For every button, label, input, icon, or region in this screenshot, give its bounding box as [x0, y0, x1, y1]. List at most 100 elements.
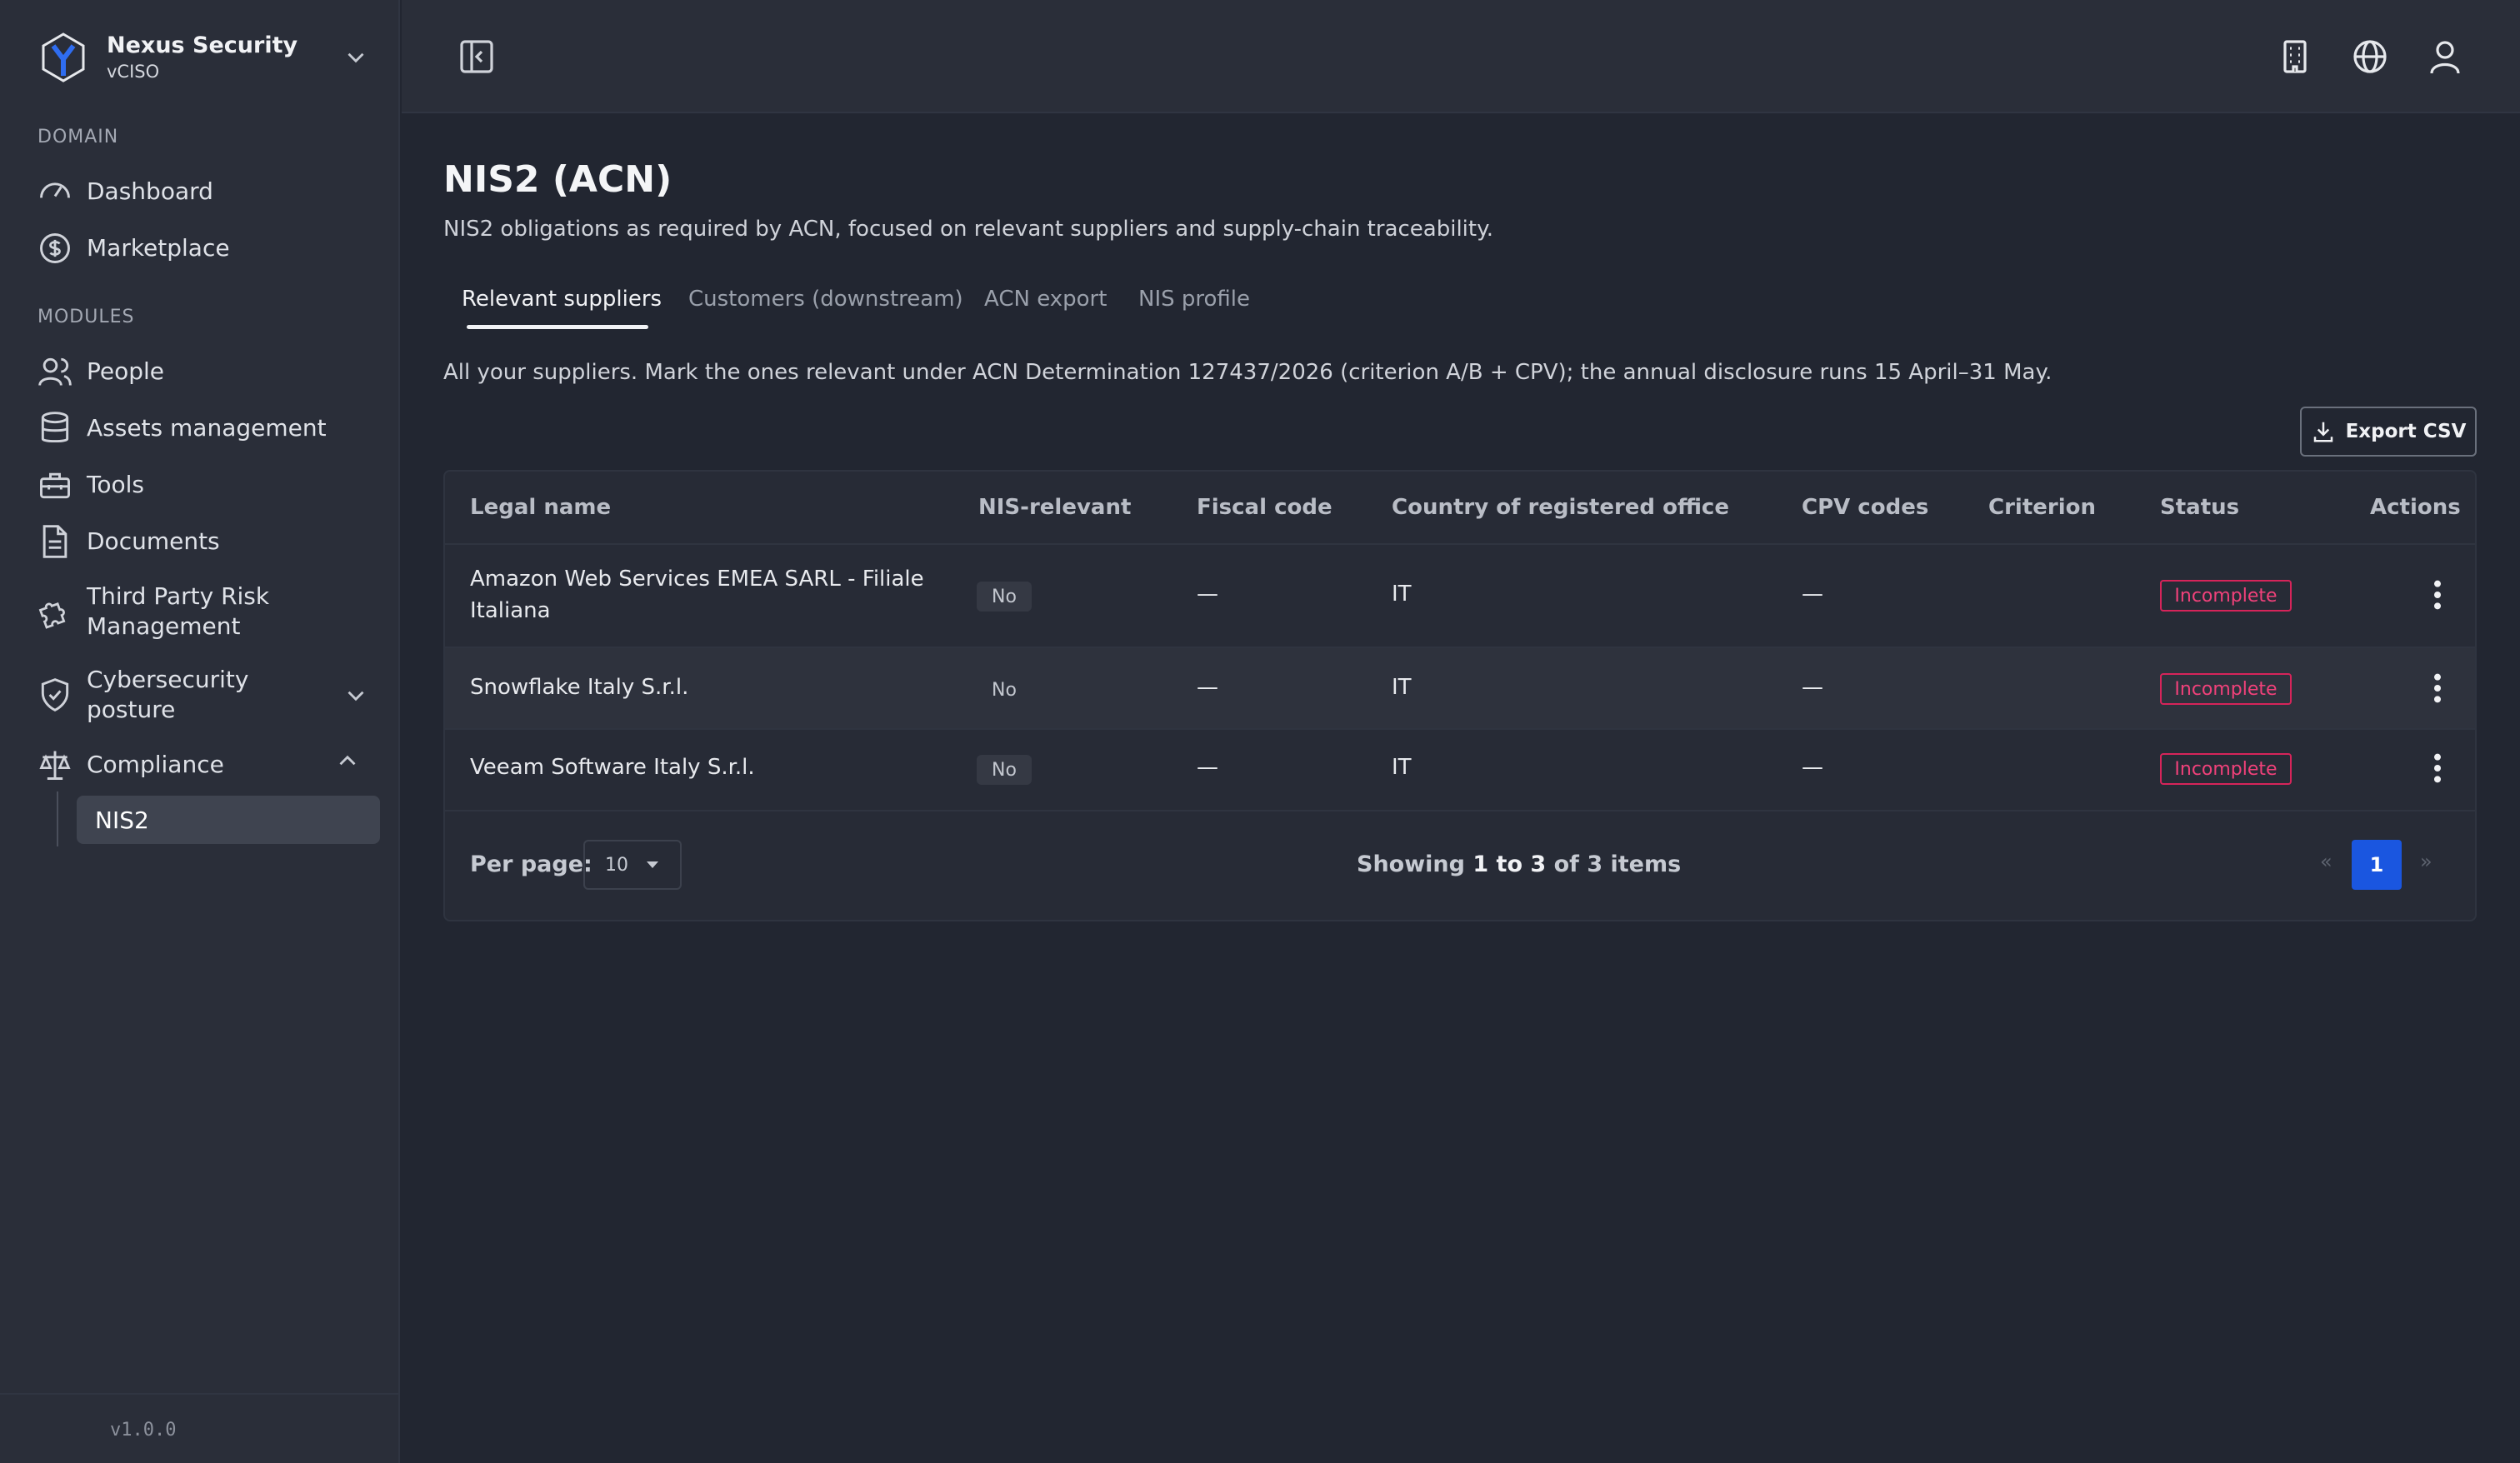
- chevron-down-icon[interactable]: [342, 682, 370, 710]
- sidebar-item-marketplace[interactable]: Marketplace: [37, 230, 378, 267]
- section-title-modules: MODULES: [38, 307, 135, 327]
- sidebar-item-label: Tools: [87, 471, 144, 498]
- user-icon[interactable]: [2425, 37, 2465, 77]
- column-header-cpv-codes[interactable]: CPV codes: [1802, 495, 1928, 520]
- column-header-criterion[interactable]: Criterion: [1988, 495, 2096, 520]
- nis-relevant-badge: No: [977, 582, 1032, 612]
- chevron-up-icon[interactable]: [333, 746, 362, 775]
- submenu-guide-line: [57, 791, 58, 846]
- sidebar-item-label: Dashboard: [87, 177, 213, 205]
- cell-cpv-codes: —: [1802, 675, 1823, 700]
- info-text: All your suppliers. Mark the ones releva…: [443, 360, 2052, 385]
- status-badge: Incomplete: [2160, 753, 2292, 785]
- column-header-actions: Actions: [2370, 495, 2461, 520]
- sidebar-item-label: Cybersecurity posture: [87, 666, 249, 723]
- table-pagination: Per page: 10 Showing 1 to 3 of 3 items «…: [445, 811, 2475, 920]
- sidebar-item-documents[interactable]: Documents: [37, 523, 378, 560]
- shield-check-icon: [37, 677, 73, 713]
- suppliers-table: Legal name NIS-relevant Fiscal code Coun…: [443, 470, 2477, 921]
- sidebar-item-dashboard[interactable]: Dashboard: [37, 173, 378, 210]
- column-header-nis-relevant[interactable]: NIS-relevant: [978, 495, 1131, 520]
- pagination-prev-button[interactable]: «: [2320, 850, 2332, 873]
- sidebar-item-tools[interactable]: Tools: [37, 467, 378, 503]
- column-header-country[interactable]: Country of registered office: [1392, 495, 1729, 520]
- nis-relevant-badge: No: [977, 755, 1032, 785]
- org-name: Nexus Security: [107, 32, 298, 58]
- cell-fiscal-code: —: [1197, 675, 1218, 700]
- sidebar-item-third-party-risk[interactable]: Third Party Risk Management: [37, 582, 378, 642]
- page-title: NIS2 (ACN): [443, 158, 672, 201]
- more-actions-icon[interactable]: [2425, 578, 2450, 612]
- sidebar-item-people[interactable]: People: [37, 353, 378, 390]
- globe-icon[interactable]: [2350, 37, 2390, 77]
- org-switcher[interactable]: Nexus Security vCISO: [37, 28, 370, 87]
- export-csv-button[interactable]: Export CSV: [2300, 407, 2477, 457]
- showing-range: 1 to 3: [1472, 851, 1547, 877]
- column-header-fiscal-code[interactable]: Fiscal code: [1197, 495, 1332, 520]
- status-badge: Incomplete: [2160, 580, 2292, 612]
- toolbox-icon: [37, 467, 73, 503]
- table-header: Legal name NIS-relevant Fiscal code Coun…: [445, 472, 2475, 545]
- sidebar-item-label: Third Party Risk Management: [87, 582, 270, 640]
- topbar: [402, 0, 2520, 113]
- tab-nis-profile[interactable]: NIS profile: [1138, 287, 1250, 312]
- export-csv-label: Export CSV: [2345, 421, 2467, 442]
- sidebar: Nexus Security vCISO DOMAIN Dashboard Ma…: [0, 0, 400, 1463]
- org-role: vCISO: [107, 62, 160, 82]
- per-page-value: 10: [605, 854, 628, 876]
- sidebar-subitem-nis2[interactable]: NIS2: [77, 796, 380, 844]
- more-actions-icon[interactable]: [2425, 751, 2450, 785]
- cell-legal-name: Snowflake Italy S.r.l.: [470, 675, 689, 700]
- tab-acn-export[interactable]: ACN export: [984, 287, 1107, 312]
- dollar-coin-icon: [37, 230, 73, 267]
- cell-country: IT: [1392, 755, 1412, 780]
- database-icon: [37, 410, 73, 447]
- table-row[interactable]: Snowflake Italy S.r.l. No — IT — Incompl…: [445, 648, 2475, 730]
- tab-customers-downstream[interactable]: Customers (downstream): [688, 287, 963, 312]
- chevron-down-icon[interactable]: [342, 43, 370, 72]
- nexus-logo-icon: [42, 32, 85, 82]
- scale-icon: [37, 746, 73, 783]
- per-page-select[interactable]: 10: [583, 840, 682, 890]
- document-icon: [37, 523, 73, 560]
- more-actions-icon[interactable]: [2425, 672, 2450, 705]
- status-badge: Incomplete: [2160, 673, 2292, 705]
- table-row[interactable]: Amazon Web Services EMEA SARL - Filiale …: [445, 545, 2475, 648]
- puzzle-icon: [37, 593, 73, 630]
- sidebar-item-label: Compliance: [87, 751, 224, 778]
- sidebar-item-cybersecurity-posture[interactable]: Cybersecurity posture: [37, 665, 378, 725]
- sidebar-item-label: Documents: [87, 527, 220, 555]
- showing-summary: Showing 1 to 3 of 3 items: [1357, 851, 1682, 877]
- users-icon: [37, 353, 73, 390]
- sidebar-item-compliance[interactable]: Compliance: [37, 746, 378, 783]
- cell-fiscal-code: —: [1197, 582, 1218, 607]
- sidebar-footer: v1.0.0: [0, 1393, 398, 1463]
- table-row[interactable]: Veeam Software Italy S.r.l. No — IT — In…: [445, 730, 2475, 811]
- download-icon: [2313, 422, 2332, 442]
- cell-country: IT: [1392, 582, 1412, 607]
- pagination-page-1[interactable]: 1: [2352, 840, 2402, 890]
- pagination-next-button[interactable]: »: [2420, 850, 2432, 873]
- app-version: v1.0.0: [110, 1420, 177, 1441]
- sidebar-item-label: Assets management: [87, 414, 327, 442]
- tab-relevant-suppliers[interactable]: Relevant suppliers: [462, 287, 662, 312]
- cell-cpv-codes: —: [1802, 582, 1823, 607]
- caret-down-icon: [647, 861, 658, 868]
- per-page-label: Per page:: [470, 851, 592, 877]
- section-title-domain: DOMAIN: [38, 127, 119, 147]
- sidebar-collapse-icon[interactable]: [457, 37, 497, 77]
- cell-country: IT: [1392, 675, 1412, 700]
- cell-fiscal-code: —: [1197, 755, 1218, 780]
- cell-cpv-codes: —: [1802, 755, 1823, 780]
- cell-legal-name: Amazon Web Services EMEA SARL - Filiale …: [470, 567, 924, 623]
- page-description: NIS2 obligations as required by ACN, foc…: [443, 217, 1494, 242]
- nis-relevant-badge: No: [992, 679, 1017, 701]
- column-header-status[interactable]: Status: [2160, 495, 2239, 520]
- active-tab-indicator: [467, 325, 648, 329]
- building-icon[interactable]: [2275, 37, 2315, 77]
- column-header-legal-name[interactable]: Legal name: [470, 495, 611, 520]
- sidebar-item-assets[interactable]: Assets management: [37, 410, 378, 447]
- gauge-icon: [37, 173, 73, 210]
- cell-legal-name: Veeam Software Italy S.r.l.: [470, 755, 755, 780]
- sidebar-item-label: People: [87, 357, 165, 385]
